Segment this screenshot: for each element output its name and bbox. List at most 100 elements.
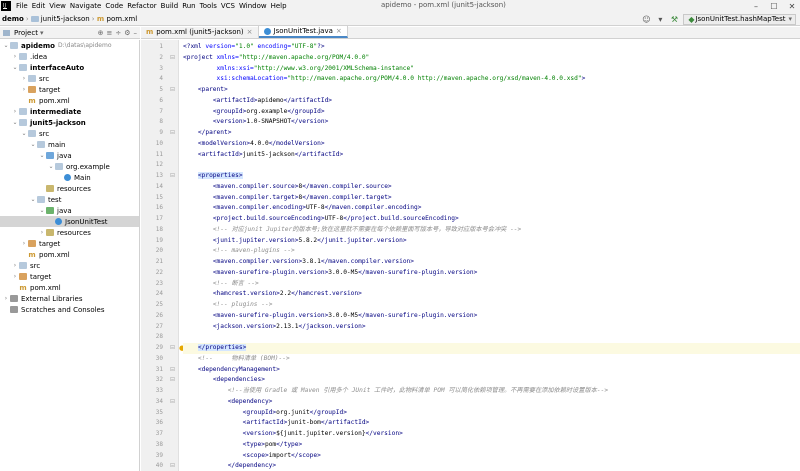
code-line[interactable]: <scope>import</scope> <box>183 451 800 462</box>
code-line[interactable]: <project.build.sourceEncoding>UTF-8</pro… <box>183 214 800 225</box>
tree-item[interactable]: › target <box>0 238 139 249</box>
code-line[interactable]: </dependency> <box>183 461 800 471</box>
run-configuration-select[interactable]: ◆ JsonUnitTest.hashMapTest ▾ <box>683 13 796 25</box>
fold-marker-icon[interactable]: ⊟ <box>170 128 175 139</box>
fold-marker-icon[interactable]: ⊟ <box>170 171 175 182</box>
code-line[interactable]: <jackson.version>2.13.1</jackson.version… <box>183 322 800 333</box>
tree-item[interactable]: › .idea <box>0 51 139 62</box>
code-line[interactable]: xmlns:xsi="http://www.w3.org/2001/XMLSch… <box>183 64 800 75</box>
tree-item[interactable]: › target <box>0 271 139 282</box>
code-line[interactable]: <groupId>org.example</groupId> <box>183 107 800 118</box>
code-line[interactable]: <dependencyManagement> <box>183 365 800 376</box>
tree-item[interactable]: m pom.xml <box>0 282 139 293</box>
build-hammer-icon[interactable]: ⚒ <box>669 14 679 24</box>
tree-item[interactable]: ⌄ org.example <box>0 161 139 172</box>
tree-item[interactable]: ⌄ main <box>0 139 139 150</box>
chevron-down-icon[interactable]: ⌄ <box>47 163 55 170</box>
chevron-down-icon[interactable]: ⌄ <box>2 42 10 49</box>
code-line[interactable]: <maven.compiler.source>8</maven.compiler… <box>183 182 800 193</box>
chevron-right-icon[interactable]: › <box>20 86 28 93</box>
fold-marker-icon[interactable]: ⊟ <box>170 397 175 408</box>
code-editor[interactable]: 12m↑⊟345m↑⊟6789⊟10111213⊟141516171819202… <box>141 40 800 471</box>
chevron-right-icon[interactable]: › <box>11 108 19 115</box>
tree-item[interactable]: ⌄ java <box>0 150 139 161</box>
chevron-right-icon[interactable]: › <box>20 75 28 82</box>
chevron-right-icon[interactable]: › <box>11 273 19 280</box>
code-line[interactable]: <modelVersion>4.0.0</modelVersion> <box>183 139 800 150</box>
chevron-right-icon[interactable]: › <box>11 262 19 269</box>
code-line[interactable]: <parent> <box>183 85 800 96</box>
menu-item-tools[interactable]: Tools <box>198 2 219 10</box>
tree-item[interactable]: › src <box>0 73 139 84</box>
menu-item-view[interactable]: View <box>47 2 68 10</box>
tree-item[interactable]: resources <box>0 183 139 194</box>
code-line[interactable]: </properties> <box>183 343 800 354</box>
code-line[interactable]: <maven.compiler.target>8</maven.compiler… <box>183 193 800 204</box>
chevron-down-icon[interactable]: ⌄ <box>29 141 37 148</box>
close-tab-icon[interactable]: × <box>247 28 253 36</box>
editor-tab[interactable]: m pom.xml (junit5-jackson) × <box>141 26 259 38</box>
fold-marker-icon[interactable]: ⊟ <box>170 343 175 354</box>
chevron-right-icon[interactable]: › <box>38 229 46 236</box>
editor-tab[interactable]: JsonUnitTest.java × <box>258 26 348 38</box>
close-tab-icon[interactable]: × <box>336 27 342 35</box>
code-line[interactable] <box>183 160 800 171</box>
tree-item[interactable]: ⌄ junit5-jackson <box>0 117 139 128</box>
breadcrumb-item-project[interactable]: demo <box>2 15 24 23</box>
code-line[interactable]: <version>1.0-SNAPSHOT</version> <box>183 117 800 128</box>
code-line[interactable]: <maven.compiler.encoding>UTF-8</maven.co… <box>183 203 800 214</box>
menu-item-edit[interactable]: Edit <box>30 2 48 10</box>
tree-item[interactable]: ⌄ java <box>0 205 139 216</box>
menu-item-window[interactable]: Window <box>237 2 269 10</box>
maximize-button[interactable]: ☐ <box>766 0 782 12</box>
chevron-down-icon[interactable]: ⌄ <box>38 152 46 159</box>
chevron-right-icon[interactable]: › <box>2 295 10 302</box>
tree-item[interactable]: › src <box>0 260 139 271</box>
menu-item-run[interactable]: Run <box>180 2 197 10</box>
chevron-down-icon[interactable]: ⌄ <box>11 64 19 71</box>
tree-item[interactable]: › target <box>0 84 139 95</box>
code-line[interactable]: <groupId>org.junit</groupId> <box>183 408 800 419</box>
gear-icon[interactable]: ⚙ <box>124 29 130 37</box>
code-line[interactable]: <artifactId>apidemo</artifactId> <box>183 96 800 107</box>
fold-marker-icon[interactable]: ⊟ <box>170 85 175 96</box>
tree-item[interactable]: JsonUnitTest <box>0 216 139 227</box>
menu-item-build[interactable]: Build <box>159 2 181 10</box>
tree-item[interactable]: Main <box>0 172 139 183</box>
collapse-all-icon[interactable]: ≡ <box>106 29 112 37</box>
code-line[interactable]: <dependencies> <box>183 375 800 386</box>
tree-item[interactable]: › intermediate <box>0 106 139 117</box>
code-line[interactable]: <!-- 断言 --> <box>183 279 800 290</box>
tree-item[interactable]: › resources <box>0 227 139 238</box>
menu-item-refactor[interactable]: Refactor <box>125 2 158 10</box>
tree-item[interactable]: ⌄ apidemo D:\datas\apidemo <box>0 40 139 51</box>
code-line[interactable]: <artifactId>junit-bom</artifactId> <box>183 418 800 429</box>
menu-item-code[interactable]: Code <box>103 2 125 10</box>
breadcrumb-item-file[interactable]: pom.xml <box>107 15 138 23</box>
close-button[interactable]: ✕ <box>784 0 800 12</box>
chevron-down-icon[interactable]: ▾ <box>40 29 44 37</box>
chevron-right-icon[interactable]: › <box>20 240 28 247</box>
chevron-down-icon[interactable]: ⌄ <box>20 130 28 137</box>
chevron-down-icon[interactable]: ⌄ <box>38 207 46 214</box>
breadcrumb-item-module[interactable]: junit5-jackson <box>41 15 90 23</box>
user-icon[interactable]: ☺ <box>641 14 651 24</box>
tree-item[interactable]: ⌄ src <box>0 128 139 139</box>
chevron-down-icon[interactable]: ⌄ <box>29 196 37 203</box>
code-line[interactable]: <!--当使用 Gradle 或 Maven 引用多个 JUnit 工件时，此物… <box>183 386 800 397</box>
code-line[interactable]: <!-- 物料清单 (BOM)--> <box>183 354 800 365</box>
code-line[interactable]: <?xml version="1.0" encoding="UTF-8"?> <box>183 42 800 53</box>
minimize-button[interactable]: – <box>748 0 764 12</box>
code-line[interactable]: <!-- plugins --> <box>183 300 800 311</box>
fold-marker-icon[interactable]: ⊟ <box>170 365 175 376</box>
tree-item[interactable]: › External Libraries <box>0 293 139 304</box>
code-line[interactable]: <hamcrest.version>2.2</hamcrest.version> <box>183 289 800 300</box>
code-area[interactable]: <?xml version="1.0" encoding="UTF-8"?> <p… <box>179 40 800 471</box>
locate-file-icon[interactable]: ⊕ <box>98 29 104 37</box>
hide-panel-icon[interactable]: – <box>134 29 138 37</box>
code-line[interactable]: <project xmlns="http://maven.apache.org/… <box>183 53 800 64</box>
code-line[interactable]: <version>${junit.jupiter.version}</versi… <box>183 429 800 440</box>
code-line[interactable]: <!-- maven-plugins --> <box>183 246 800 257</box>
code-line[interactable]: <dependency> <box>183 397 800 408</box>
code-line[interactable]: </parent> <box>183 128 800 139</box>
